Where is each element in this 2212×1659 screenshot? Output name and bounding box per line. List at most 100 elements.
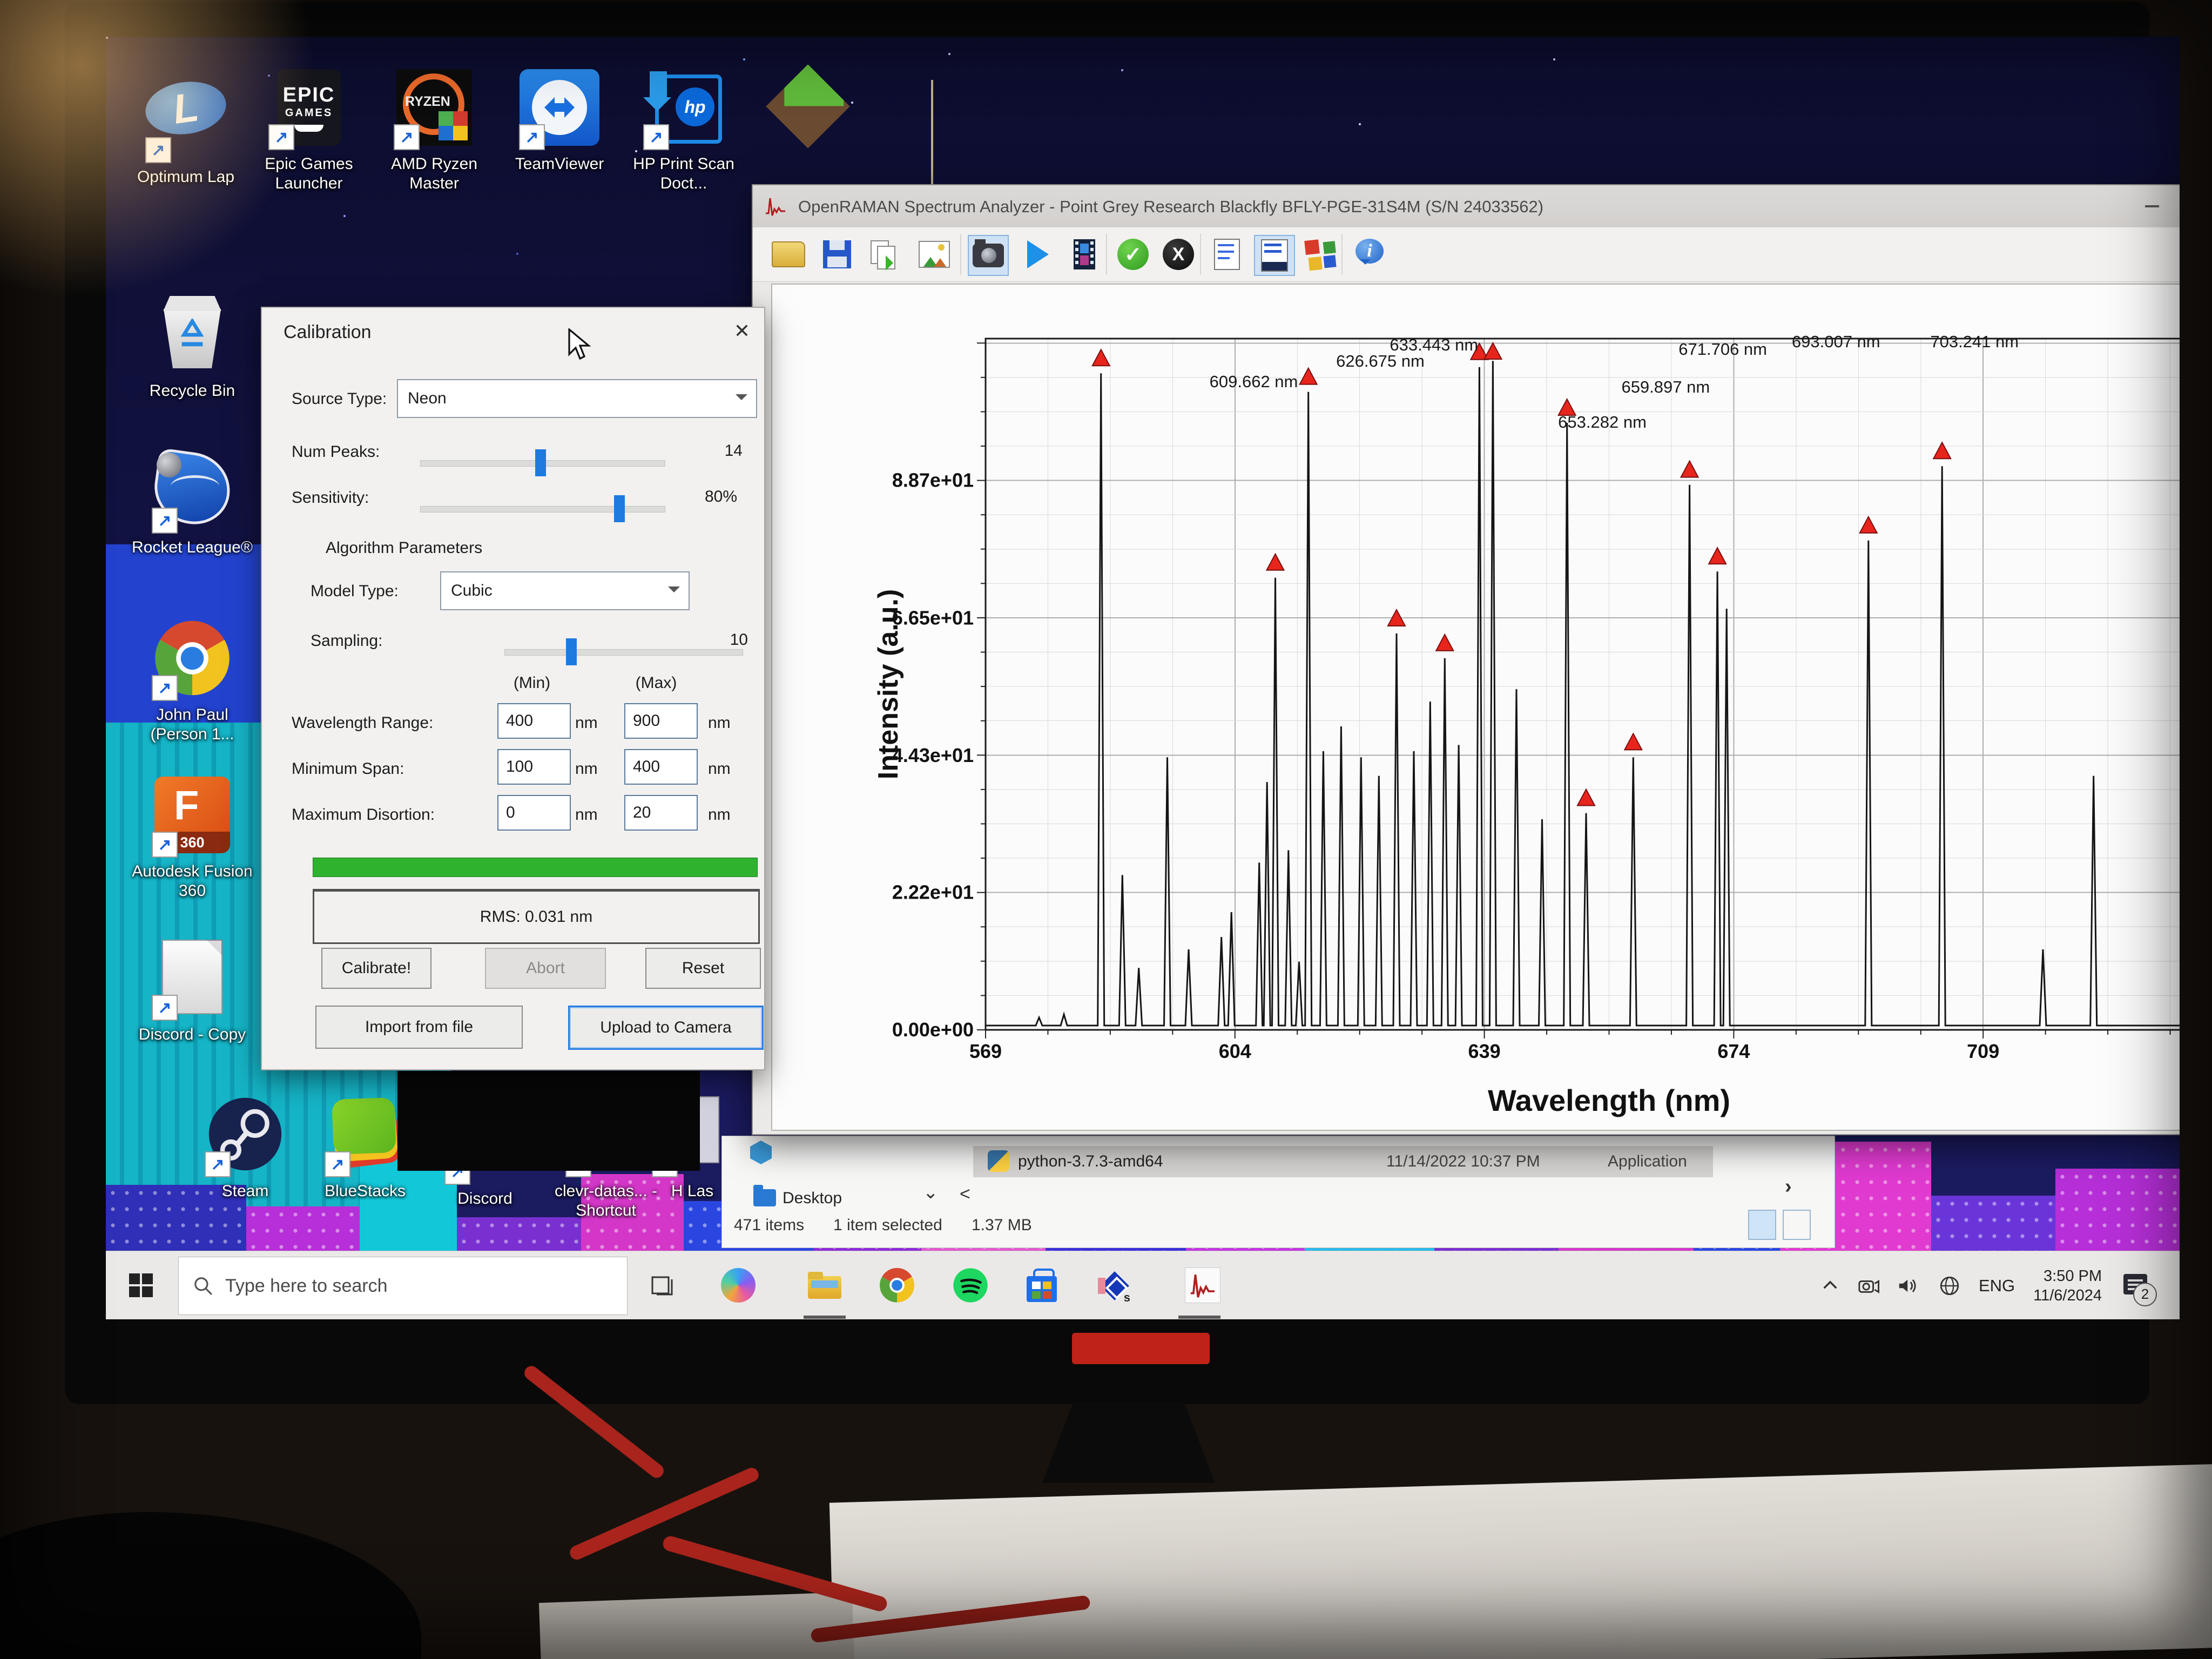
task-view-button[interactable] [638,1261,687,1310]
export-icon[interactable] [865,235,904,274]
svg-text:6.65e+01: 6.65e+01 [892,606,974,629]
desktop-icon-rocket-league[interactable]: ↗ Rocket League® [129,453,256,557]
taskbar-openraman-button[interactable] [1178,1261,1227,1310]
min-header: (Min) [494,674,570,692]
info-icon[interactable]: i [1350,235,1389,274]
optimum-lap-icon: L↗ [145,82,226,163]
desktop-icon-chrome-john-paul[interactable]: ↗ John Paul (Person 1... [129,620,256,744]
desktop-icon-label: Recycle Bin [129,381,256,401]
upload-to-camera-button[interactable]: Upload to Camera [568,1006,764,1050]
desktop-icon-autodesk-fusion-360[interactable]: F360↗ Autodesk Fusion 360 [129,777,256,901]
minimize-button[interactable] [2134,192,2170,221]
tree-item-desktop[interactable]: Desktop [783,1189,842,1208]
unit-label: nm [575,714,598,732]
import-from-file-button[interactable]: Import from file [315,1006,523,1049]
file-name[interactable]: python-3.7.3-amd64 [1018,1152,1163,1171]
abort-button[interactable]: Abort [485,948,606,989]
desktop-icon-label: Rocket League® [129,538,256,557]
taskbar-microsoft-store-button[interactable] [1017,1261,1066,1310]
camera-acquire-icon[interactable] [968,235,1009,276]
minimum-span-max-input[interactable]: 400 [624,749,698,785]
language-indicator[interactable]: ENG [1979,1276,2015,1296]
desktop-icon-label: Steam [181,1182,309,1201]
desktop-icon-hp-print-scan[interactable]: hp↗ HP Print Scan Doct... [620,69,747,193]
num-peaks-slider-thumb[interactable] [535,449,546,476]
taskbar-spotify-button[interactable] [946,1261,995,1310]
desktop-icon-label: Optimum Lap [122,167,249,187]
clock[interactable]: 3:50 PM 11/6/2024 [2033,1266,2102,1305]
start-button[interactable] [117,1261,165,1310]
camera-tray-icon[interactable] [1858,1277,1879,1295]
photo-of-monitor: L↗ Optimum Lap EPICGAMES↗ Epic Games Lau… [0,0,2212,1659]
device-settings-icon[interactable] [1254,235,1295,276]
sensitivity-slider[interactable] [420,506,665,512]
wavelength-range-max-input[interactable]: 900 [624,703,698,739]
hp-print-scan-icon: hp↗ [643,69,724,150]
minimum-span-min-input[interactable]: 100 [497,749,571,785]
calibrate-button[interactable]: Calibrate! [321,948,431,989]
chevron-left-icon[interactable]: < [960,1184,970,1205]
thumbnail-view-icon[interactable] [1783,1210,1811,1240]
shortcut-arrow-icon: ↗ [145,137,171,163]
reset-button[interactable]: Reset [645,948,761,989]
system-tray: ENG 3:50 PM 11/6/2024 2 [1821,1251,2150,1319]
notification-center-button[interactable]: 2 [2120,1271,2150,1301]
details-view-icon[interactable] [1748,1210,1776,1240]
desktop-icon-minecraft[interactable] [744,69,872,162]
desktop-icon-discord-copy[interactable]: ↗ Discord - Copy [129,940,256,1044]
svg-text:709: 709 [1967,1040,1999,1062]
title-bar[interactable]: OpenRAMAN Spectrum Analyzer - Point Grey… [753,185,2180,228]
chevron-right-icon[interactable]: › [1785,1175,1792,1198]
taskbar-chrome-button[interactable] [873,1261,921,1310]
copilot-button[interactable] [714,1261,763,1310]
source-type-dropdown[interactable]: Neon [397,379,757,418]
desktop-icon-label: John Paul (Person 1... [129,705,256,744]
steam-icon: ↗ [205,1096,286,1177]
shortcut-arrow-icon: ↗ [394,124,420,150]
histogram-icon[interactable] [1301,235,1340,274]
maximize-button[interactable] [2176,192,2180,221]
search-input[interactable]: Type here to search [178,1257,628,1315]
accept-icon[interactable]: ✓ [1114,235,1152,274]
taskbar-file-explorer-button[interactable] [800,1261,849,1310]
desktop-icon-optimum-lap[interactable]: L↗ Optimum Lap [122,69,249,187]
close-icon[interactable]: ✕ [734,320,750,342]
cancel-icon[interactable]: X [1159,235,1198,274]
taskbar-s-diamond-app-button[interactable]: s [1090,1261,1138,1310]
desktop-icon-amd-ryzen-master[interactable]: RYZEN↗ AMD Ryzen Master [370,69,498,193]
video-icon[interactable] [1065,235,1104,274]
desktop-icon-label: Autodesk Fusion 360 [129,862,256,901]
file-explorer-window-fragment: python-3.7.3-amd64 11/14/2022 10:37 PM A… [721,1136,1835,1248]
maximum-disortion-min-input[interactable]: 0 [497,795,571,831]
dialog-title: Calibration [284,322,372,343]
wavelength-range-min-input[interactable]: 400 [497,703,571,739]
wavelength-range-label: Wavelength Range: [292,714,433,732]
chevron-down-icon[interactable]: ⌄ [923,1182,939,1203]
3d-objects-icon [750,1141,772,1164]
model-type-dropdown[interactable]: Cubic [440,571,690,610]
export-image-icon[interactable] [915,235,954,274]
sampling-slider-thumb[interactable] [566,638,577,665]
toolbar-separator [960,234,961,275]
acquisition-log-icon[interactable] [1208,235,1246,274]
svg-text:Intensity (a.u.): Intensity (a.u.) [873,589,904,779]
sampling-slider[interactable] [504,649,743,656]
svg-text:659.897 nm: 659.897 nm [1621,377,1710,396]
tray-expand-icon[interactable] [1821,1277,1839,1295]
shortcut-arrow-icon: ↗ [519,124,545,150]
open-file-icon[interactable] [769,235,808,274]
desktop-icon-label: Discord - Copy [129,1025,256,1044]
save-icon[interactable] [818,235,857,274]
desktop-icon-steam[interactable]: ↗ Steam [181,1096,309,1201]
sensitivity-slider-thumb[interactable] [614,495,625,522]
num-peaks-value: 14 [694,442,743,460]
network-globe-icon[interactable] [1939,1275,1960,1297]
svg-text:609.662 nm: 609.662 nm [1210,372,1298,391]
play-icon[interactable] [1019,235,1057,274]
desktop-icon-recycle-bin[interactable]: Recycle Bin [129,296,256,401]
window-title: OpenRAMAN Spectrum Analyzer - Point Grey… [798,197,1543,217]
maximum-disortion-max-input[interactable]: 20 [624,795,698,831]
volume-icon[interactable] [1898,1276,1920,1296]
desktop-icon-teamviewer[interactable]: ↗ TeamViewer [496,69,623,174]
desktop-icon-epic-games-launcher[interactable]: EPICGAMES↗ Epic Games Launcher [245,69,373,193]
